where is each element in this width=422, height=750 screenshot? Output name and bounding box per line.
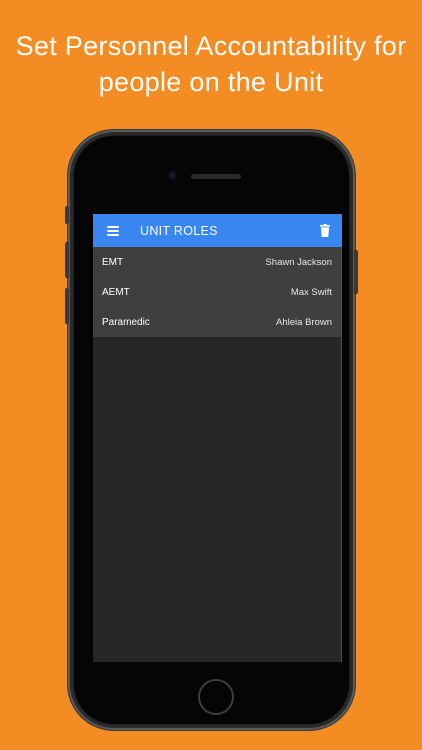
assigned-person: Ahleia Brown bbox=[276, 316, 332, 328]
front-camera bbox=[168, 171, 177, 180]
assigned-person: Shawn Jackson bbox=[265, 256, 332, 268]
app-bar: UNIT ROLES bbox=[93, 214, 342, 247]
earpiece-speaker bbox=[191, 174, 241, 179]
page-title: UNIT ROLES bbox=[140, 223, 218, 238]
screen-edge-divider bbox=[341, 247, 342, 662]
role-label: Paramedic bbox=[102, 316, 150, 328]
roles-list: EMT Shawn Jackson AEMT Max Swift Paramed… bbox=[93, 247, 342, 337]
list-item[interactable]: EMT Shawn Jackson bbox=[93, 247, 342, 277]
headline-line-1: Set Personnel Accountability for bbox=[15, 31, 407, 61]
phone-frame: UNIT ROLES EMT Shawn Jackson AEMT Max Sw… bbox=[65, 130, 358, 730]
list-item[interactable]: Paramedic Ahleia Brown bbox=[93, 307, 342, 337]
menu-icon[interactable] bbox=[107, 225, 119, 236]
volume-down-button bbox=[65, 288, 69, 324]
volume-up-button bbox=[65, 242, 69, 278]
power-button bbox=[354, 250, 358, 294]
role-label: EMT bbox=[102, 256, 124, 268]
silent-switch bbox=[65, 206, 69, 224]
promo-headline: Set Personnel Accountability for people … bbox=[0, 28, 422, 100]
role-label: AEMT bbox=[102, 286, 130, 298]
home-button[interactable] bbox=[198, 679, 234, 715]
assigned-person: Max Swift bbox=[290, 286, 332, 298]
trash-icon[interactable] bbox=[320, 224, 330, 237]
headline-line-2: people on the Unit bbox=[98, 67, 324, 97]
phone-bezel: UNIT ROLES EMT Shawn Jackson AEMT Max Sw… bbox=[74, 136, 349, 724]
list-item[interactable]: AEMT Max Swift bbox=[93, 277, 342, 307]
app-screen: UNIT ROLES EMT Shawn Jackson AEMT Max Sw… bbox=[93, 214, 342, 662]
